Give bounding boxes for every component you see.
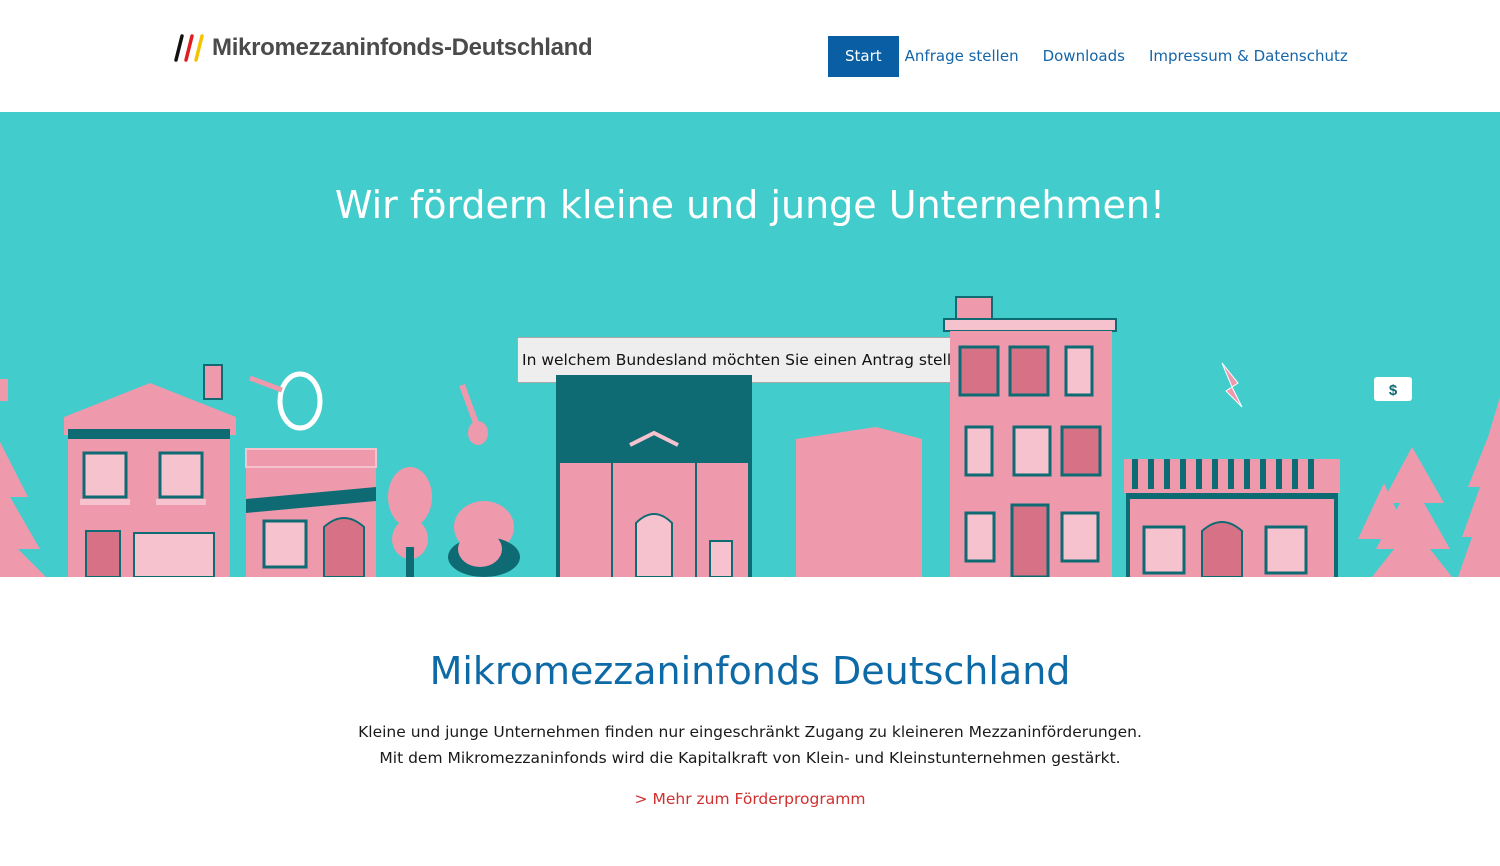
logo[interactable]: Mikromezzaninfonds-Deutschland	[170, 34, 593, 62]
falling-piece	[1221, 362, 1243, 408]
hero-title: Wir fördern kleine und junge Unternehmen…	[334, 183, 1166, 228]
magnifier-icon	[249, 371, 323, 431]
intro-line-2: Mit dem Mikromezzaninfonds wird die Kapi…	[379, 749, 1121, 767]
nav-anfrage-stellen[interactable]: Anfrage stellen	[893, 36, 1031, 77]
nav-start[interactable]: Start	[828, 36, 899, 77]
house-2	[245, 448, 377, 577]
tree-left-edge	[0, 379, 46, 577]
money-note-icon: $	[1374, 377, 1412, 401]
house-1	[64, 364, 236, 577]
key-icon	[459, 383, 488, 445]
building-6	[1124, 459, 1340, 577]
town-illustration: $	[0, 296, 1500, 577]
svg-text:$: $	[1389, 382, 1398, 399]
building-5	[943, 296, 1117, 577]
nav-downloads[interactable]: Downloads	[1031, 36, 1137, 77]
logo-text: Mikromezzaninfonds-Deutschland	[212, 34, 593, 61]
tree-center-left	[388, 467, 520, 577]
more-program-link[interactable]: > Mehr zum Förderprogramm	[635, 790, 866, 808]
nav-impressum-datenschutz[interactable]: Impressum & Datenschutz	[1137, 36, 1360, 77]
hero-banner: Wir fördern kleine und junge Unternehmen…	[0, 112, 1500, 577]
intro-line-1: Kleine und junge Unternehmen finden nur …	[358, 723, 1142, 741]
building-3	[556, 375, 752, 577]
intro-section: Mikromezzaninfonds Deutschland Kleine un…	[0, 577, 1500, 808]
main-nav: Start Anfrage stellen Downloads Impressu…	[828, 36, 1360, 77]
site-header: Mikromezzaninfonds-Deutschland Start Anf…	[0, 0, 1500, 112]
intro-title: Mikromezzaninfonds Deutschland	[429, 649, 1071, 693]
german-flag-slashes-icon	[174, 34, 204, 62]
tree-right	[1358, 397, 1500, 577]
building-4	[796, 427, 922, 577]
